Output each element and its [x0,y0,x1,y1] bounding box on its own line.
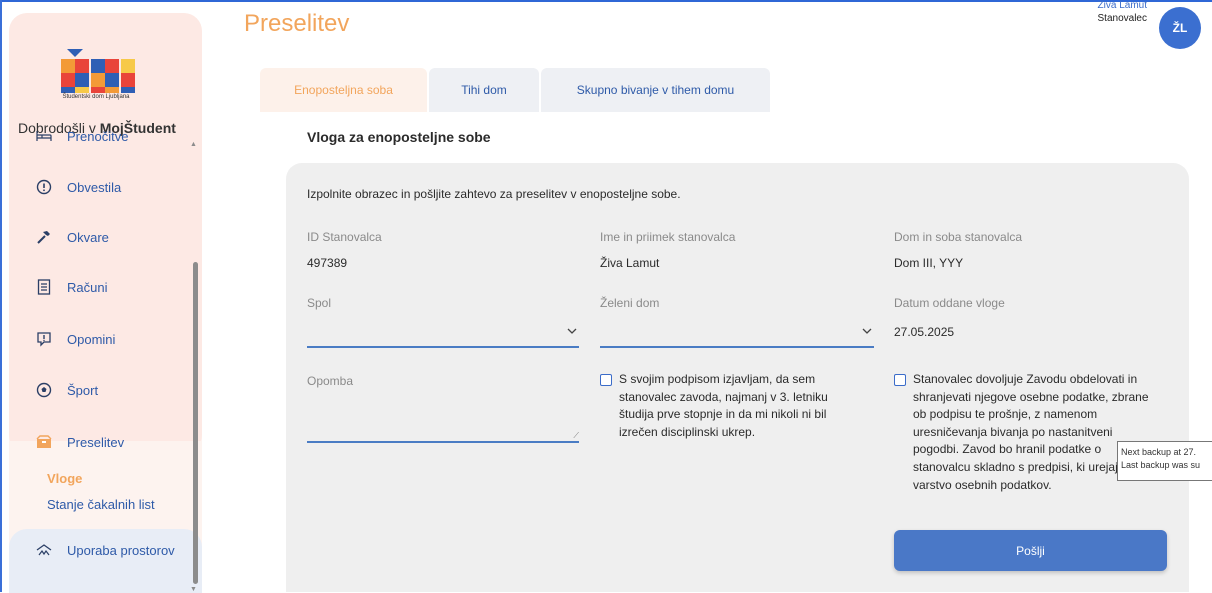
sidebar-active-section [9,441,202,541]
room-label: Dom in soba stanovalca [894,230,1023,244]
eligibility-text: S svojim podpisom izjavljam, da sem stan… [619,371,828,441]
note-label: Opomba [307,374,354,388]
sidebar-item-label: Okvare [67,229,109,245]
consent-line: uresničevanja bivanja po nastanitveni [913,424,1113,439]
tab-skupno-bivanje[interactable]: Skupno bivanje v tihem domu [541,68,770,112]
name-label: Ime in priimek stanovalca [600,230,736,244]
user-role: Stanovalec [1097,13,1147,24]
sidebar-subitem-vloge[interactable]: Vloge [47,471,82,486]
sidebar: Študentski dom Ljubljana Dobrodošli v Mo… [9,13,202,593]
warning-message-icon [35,330,53,348]
id-value: 497389 [307,256,348,270]
eligibility-line: izrečen disciplinski ukrep. [619,424,756,439]
alert-circle-icon [35,178,53,196]
sidebar-item-label: Opomini [67,331,116,347]
sidebar-scrollbar-thumb[interactable] [193,262,198,584]
sidebar-item-label: Preselitev [67,434,125,450]
consent-line: shranjevati njegove osebne podatke, zbra… [913,389,1149,404]
hammer-icon [35,228,53,246]
sidebar-item-label: Obvestila [67,179,122,195]
id-label: ID Stanovalca [307,230,382,244]
consent-line: varstvo osebnih podatkov. [913,477,1052,492]
sidebar-item-label: Računi [67,279,108,295]
sdl-logo [61,49,135,93]
dorm-select[interactable] [600,318,874,348]
page-title: Preselitev [244,10,350,37]
form-heading: Vloga za enoposteljne sobe [307,129,491,145]
sidebar-item-label: Uporaba prostorov [67,542,175,558]
submit-button[interactable]: Pošlji [894,530,1167,571]
building-icon [35,541,53,559]
consent-text: Stanovalec dovoljuje Zavodu obdelovati i… [913,371,1149,494]
sidebar-item-label: Prenočitve [67,128,129,144]
sidebar-subitem-stanje-cakalnih-list[interactable]: Stanje čakalnih list [47,497,155,512]
gender-label: Spol [307,296,332,310]
logo-caption: Študentski dom Ljubljana [62,94,130,100]
room-value: Dom III, YYY [894,256,964,270]
scroll-up-arrow-icon[interactable]: ▲ [190,141,197,148]
eligibility-line: stanovalec zavoda, najmanj v 3. letniku [619,389,828,404]
bed-icon [35,127,53,145]
consent-line: stanovalcu skladno s predpisi, ki urejaj… [913,459,1125,474]
tab-tihi-dom[interactable]: Tihi dom [429,68,539,112]
date-value: 27.05.2025 [894,325,955,339]
chevron-down-icon [862,326,872,337]
consent-line: ob podpisu te prošnje, z namenom [913,407,1098,422]
gender-select[interactable] [307,318,579,348]
resize-handle-icon[interactable]: ⟋ [573,431,579,441]
user-name: Živa Lamut [1097,0,1147,11]
moving-box-icon [35,433,53,451]
name-value: Živa Lamut [600,256,660,270]
ball-icon [35,381,53,399]
consent-checkbox[interactable] [894,374,906,386]
consent-line: pogodbi. Zavod bo hranil podatke o [913,442,1102,457]
receipt-icon [35,278,53,296]
eligibility-checkbox[interactable] [600,374,612,386]
window-left-border [0,0,2,592]
form-intro: Izpolnite obrazec in pošljite zahtevo za… [307,187,681,201]
note-textarea[interactable]: ⟋ [307,408,579,443]
eligibility-line: študija prve stopnje in da mi nikoli ni … [619,407,827,422]
sidebar-item-label: Šport [67,382,99,398]
consent-line: Stanovalec dovoljuje Zavodu obdelovati i… [913,372,1138,386]
dorm-label: Želeni dom [600,296,660,310]
tooltip-line: Last backup was su [1121,460,1201,470]
chevron-down-icon [567,326,577,337]
eligibility-line: S svojim podpisom izjavljam, da sem [619,372,816,386]
sidebar-bottom-section [9,529,202,593]
backup-tooltip: Next backup at 27. Last backup was su [1117,441,1212,481]
avatar[interactable]: ŽL [1159,7,1201,49]
date-label: Datum oddane vloge [894,296,1005,310]
tab-enoposteljna-soba[interactable]: Enoposteljna soba [260,68,427,112]
window-top-border [0,0,1212,2]
